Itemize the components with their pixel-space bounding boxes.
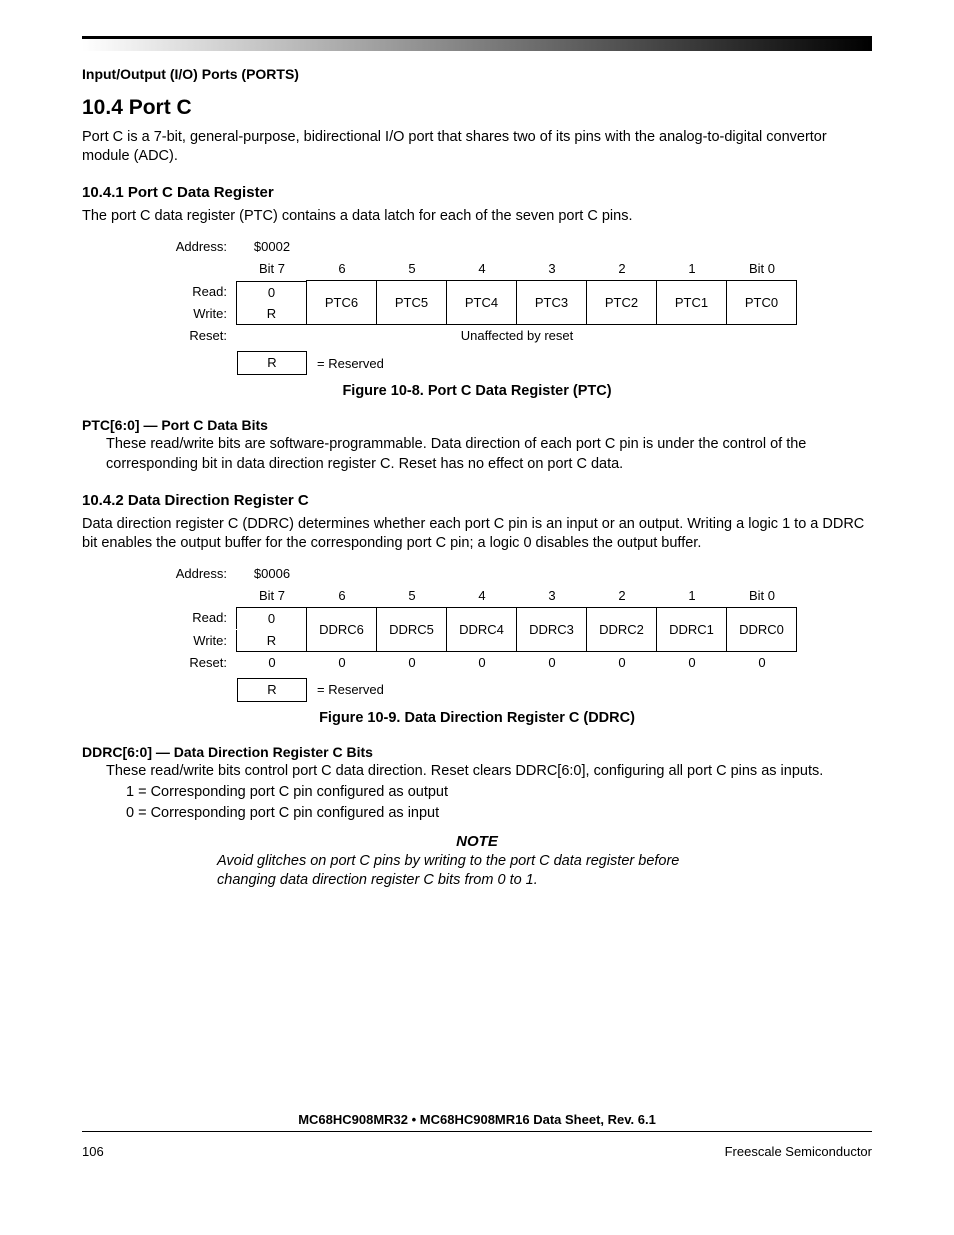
footer-vendor: Freescale Semiconductor xyxy=(725,1144,872,1159)
field-desc: These read/write bits control port C dat… xyxy=(106,762,872,781)
bit-cell: PTC3 xyxy=(516,280,587,325)
address-label: Address: xyxy=(157,563,237,585)
note-body: Avoid glitches on port C pins by writing… xyxy=(217,852,737,890)
write-label: Write: xyxy=(157,630,237,652)
register-figure-ddrc: Address: $0006 Bit 7 6 5 4 3 2 1 Bit 0 R… xyxy=(157,563,797,726)
section-heading: 10.4 Port C xyxy=(82,96,872,120)
field-desc: These read/write bits are software-progr… xyxy=(106,435,872,473)
page-number: 106 xyxy=(82,1144,104,1159)
register-figure-ptc: Address: $0002 Bit 7 6 5 4 3 2 1 Bit 0 R… xyxy=(157,236,797,399)
footer-doc-title: MC68HC908MR32 • MC68HC908MR16 Data Sheet… xyxy=(0,1112,954,1127)
page-content: 10.4 Port C Port C is a 7-bit, general-p… xyxy=(82,92,872,889)
bit-cell: DDRC6 xyxy=(306,607,377,652)
address-value: $0006 xyxy=(237,563,307,585)
reserved-symbol: R xyxy=(237,678,307,702)
reset-label: Reset: xyxy=(157,325,237,347)
section-intro: Port C is a 7-bit, general-purpose, bidi… xyxy=(82,128,872,166)
bit-header: 1 xyxy=(657,258,727,280)
subsection-body: Data direction register C (DDRC) determi… xyxy=(82,515,872,553)
bit7-read: 0 xyxy=(236,281,307,303)
subsection-body: The port C data register (PTC) contains … xyxy=(82,207,872,226)
subsection-heading: 10.4.1 Port C Data Register xyxy=(82,184,872,201)
figure-caption: Figure 10-9. Data Direction Register C (… xyxy=(157,710,797,726)
bit-cell: DDRC0 xyxy=(726,607,797,652)
reset-value: 0 xyxy=(237,652,307,674)
bit-header: 5 xyxy=(377,585,447,607)
reset-value: 0 xyxy=(377,652,447,674)
bit7-read: 0 xyxy=(236,607,307,629)
bit-header: Bit 0 xyxy=(727,258,797,280)
bit-cell: DDRC2 xyxy=(586,607,657,652)
bit7-write: R xyxy=(236,630,307,652)
bit-header: 2 xyxy=(587,585,657,607)
address-label: Address: xyxy=(157,236,237,258)
subsection-heading: 10.4.2 Data Direction Register C xyxy=(82,492,872,509)
reserved-symbol: R xyxy=(237,351,307,375)
reserved-text: = Reserved xyxy=(307,682,797,697)
reset-value: 0 xyxy=(657,652,727,674)
bit-header: 4 xyxy=(447,585,517,607)
reset-value: 0 xyxy=(587,652,657,674)
bit-header: 1 xyxy=(657,585,727,607)
bit-cell: PTC1 xyxy=(656,280,727,325)
bit-header: Bit 7 xyxy=(237,258,307,280)
bit7-write: R xyxy=(236,303,307,325)
read-label: Read: xyxy=(157,607,237,629)
reserved-text: = Reserved xyxy=(307,356,797,371)
bit-header: Bit 7 xyxy=(237,585,307,607)
bit-header: 3 xyxy=(517,258,587,280)
reset-value: 0 xyxy=(307,652,377,674)
field-option: 1 = Corresponding port C pin configured … xyxy=(126,783,872,802)
bit-cell: DDRC1 xyxy=(656,607,727,652)
field-name: DDRC[6:0] — Data Direction Register C Bi… xyxy=(82,744,872,760)
address-value: $0002 xyxy=(237,236,307,258)
reset-label: Reset: xyxy=(157,652,237,674)
bit-cell: PTC0 xyxy=(726,280,797,325)
bit-cell: DDRC3 xyxy=(516,607,587,652)
reset-value: 0 xyxy=(727,652,797,674)
reset-value: Unaffected by reset xyxy=(237,325,797,347)
note-title: NOTE xyxy=(82,833,872,850)
footer-rule xyxy=(82,1131,872,1132)
bit-header: 6 xyxy=(307,258,377,280)
field-option: 0 = Corresponding port C pin configured … xyxy=(126,804,872,823)
page-top-rule xyxy=(82,36,872,51)
bit-cell: PTC4 xyxy=(446,280,517,325)
bit-header: 4 xyxy=(447,258,517,280)
bit-cell: PTC6 xyxy=(306,280,377,325)
write-label: Write: xyxy=(157,303,237,325)
reset-value: 0 xyxy=(447,652,517,674)
bit-cell: PTC2 xyxy=(586,280,657,325)
figure-caption: Figure 10-8. Port C Data Register (PTC) xyxy=(157,383,797,399)
running-header: Input/Output (I/O) Ports (PORTS) xyxy=(82,66,299,82)
read-label: Read: xyxy=(157,281,237,303)
bit-cell: PTC5 xyxy=(376,280,447,325)
bit-header: 6 xyxy=(307,585,377,607)
bit-cell: DDRC5 xyxy=(376,607,447,652)
bit-cell: DDRC4 xyxy=(446,607,517,652)
field-name: PTC[6:0] — Port C Data Bits xyxy=(82,417,872,433)
bit-header: 3 xyxy=(517,585,587,607)
bit-header: Bit 0 xyxy=(727,585,797,607)
bit-header: 5 xyxy=(377,258,447,280)
bit-header: 2 xyxy=(587,258,657,280)
reset-value: 0 xyxy=(517,652,587,674)
